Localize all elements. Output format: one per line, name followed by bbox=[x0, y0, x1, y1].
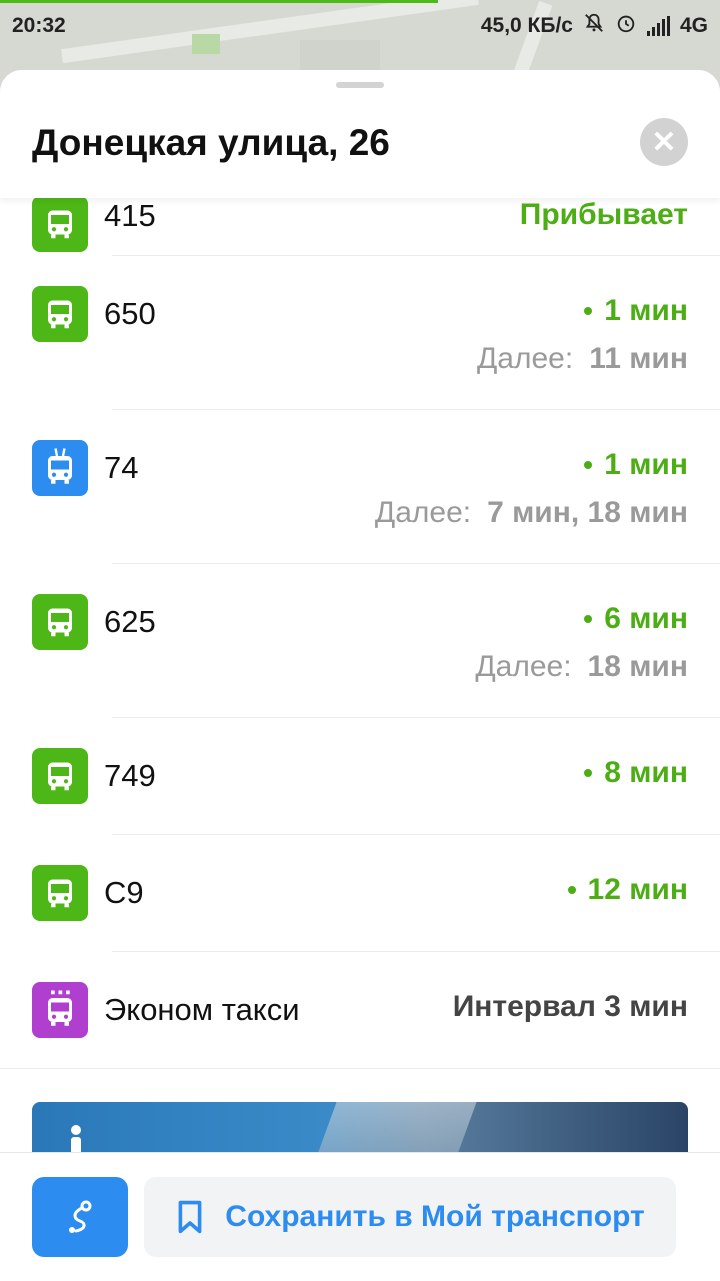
arrival-time: 1 мин bbox=[584, 294, 688, 328]
network-type: 4G bbox=[679, 14, 708, 37]
network-speed: 45,0 КБ/с bbox=[480, 14, 573, 37]
bus-icon bbox=[32, 196, 88, 252]
route-number: Эконом такси bbox=[104, 992, 300, 1027]
bus-icon bbox=[32, 286, 88, 342]
sheet-header: Донецкая улица, 26 ✕ bbox=[0, 70, 720, 198]
next-arrivals: Далее: 18 мин bbox=[475, 650, 688, 683]
route-row-taxi[interactable]: Эконом такси Интервал 3 мин bbox=[0, 952, 720, 1069]
route-number: 650 bbox=[104, 296, 156, 331]
route-icon bbox=[69, 1200, 92, 1233]
route-row-625[interactable]: 625 6 мин Далее: 18 мин bbox=[0, 564, 720, 718]
bus-icon bbox=[32, 594, 88, 650]
drag-handle[interactable] bbox=[336, 82, 384, 88]
trolleybus-icon bbox=[32, 440, 88, 496]
route-number: С9 bbox=[104, 875, 144, 910]
divider bbox=[0, 1068, 720, 1069]
bottom-action-bar: Сохранить в Мой транспорт bbox=[0, 1152, 720, 1281]
stop-title: Донецкая улица, 26 bbox=[32, 122, 390, 163]
status-time: 20:32 bbox=[12, 14, 66, 37]
arrival-time: 1 мин bbox=[584, 448, 688, 482]
route-number: 749 bbox=[104, 758, 156, 793]
close-icon: ✕ bbox=[651, 125, 677, 159]
arrival-time: 8 мин bbox=[584, 756, 688, 790]
signal-icon bbox=[646, 16, 670, 36]
loading-progress-bar bbox=[0, 0, 438, 3]
next-arrivals: Далее: 11 мин bbox=[476, 342, 688, 375]
route-row-c9[interactable]: С9 12 мин bbox=[0, 835, 720, 952]
save-to-my-transport-button[interactable]: Сохранить в Мой транспорт bbox=[144, 1177, 676, 1257]
arrival-time: 12 мин bbox=[567, 873, 688, 907]
route-row-74[interactable]: 74 1 мин Далее: 7 мин, 18 мин bbox=[0, 410, 720, 564]
arrival-time: Прибывает bbox=[519, 198, 688, 231]
close-button[interactable]: ✕ bbox=[640, 118, 688, 166]
route-row-749[interactable]: 749 8 мин bbox=[0, 718, 720, 835]
route-number: 415 bbox=[104, 198, 156, 233]
route-number: 74 bbox=[104, 450, 139, 485]
mute-notifications-icon bbox=[583, 12, 605, 40]
route-row-650[interactable]: 650 1 мин Далее: 11 мин bbox=[0, 256, 720, 410]
arrival-time: 6 мин bbox=[584, 602, 688, 636]
build-route-button[interactable] bbox=[32, 1177, 128, 1257]
bus-icon bbox=[32, 748, 88, 804]
status-bar: 20:32 45,0 КБ/с 4G bbox=[0, 0, 720, 52]
stop-info-sheet: 415 Прибывает 650 1 мин Далее: 11 мин 74 … bbox=[0, 70, 720, 1280]
bookmark-icon bbox=[178, 1200, 202, 1234]
route-interval: Интервал 3 мин bbox=[452, 990, 688, 1023]
next-arrivals: Далее: 7 мин, 18 мин bbox=[374, 496, 688, 529]
alarm-icon bbox=[615, 12, 637, 40]
save-label: Сохранить в Мой транспорт bbox=[225, 1200, 645, 1233]
minibus-taxi-icon bbox=[32, 982, 88, 1038]
route-number: 625 bbox=[104, 604, 156, 639]
bus-icon bbox=[32, 865, 88, 921]
